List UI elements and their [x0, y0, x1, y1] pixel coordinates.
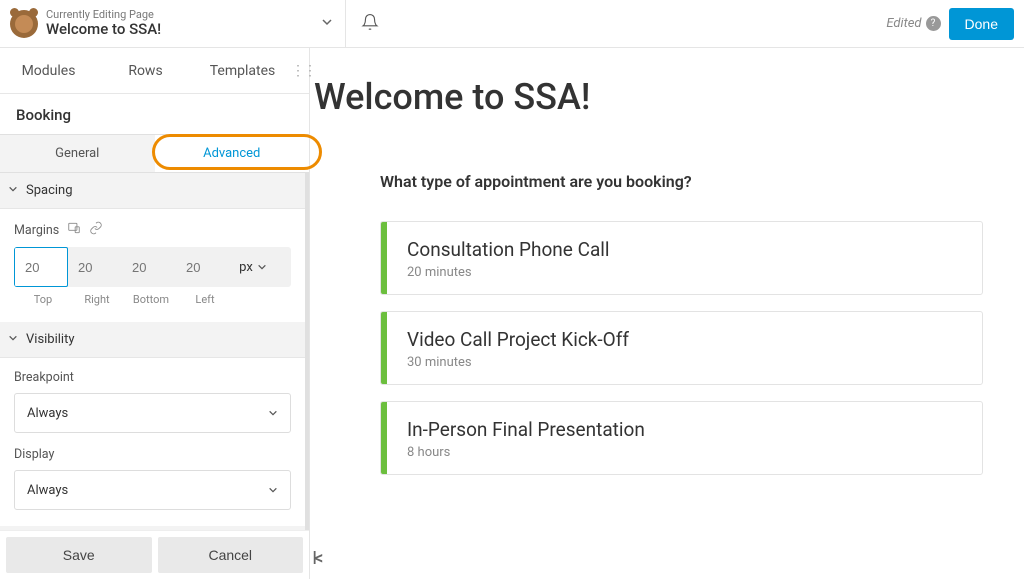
topbar-left: Currently Editing Page Welcome to SSA! [0, 0, 345, 47]
edited-status: Edited ? [886, 16, 940, 31]
margin-bottom-input[interactable] [122, 247, 176, 287]
notifications-button[interactable] [345, 0, 393, 47]
booking-question: What type of appointment are you booking… [380, 172, 1024, 191]
appointment-card[interactable]: Video Call Project Kick-Off 30 minutes [380, 311, 983, 385]
booking-module: What type of appointment are you booking… [314, 172, 1024, 475]
appointment-duration: 20 minutes [407, 265, 610, 280]
appointment-card[interactable]: In-Person Final Presentation 8 hours [380, 401, 983, 475]
chevron-down-icon [0, 184, 26, 197]
link-icon[interactable] [89, 221, 103, 239]
sidebar: Modules Rows Templates ⋮⋮ Booking Genera… [0, 48, 310, 579]
tab-templates[interactable]: Templates [194, 63, 291, 79]
breakpoint-label: Breakpoint [14, 370, 291, 385]
section-spacing-label: Spacing [26, 173, 73, 208]
edited-label: Edited [886, 16, 921, 31]
margin-top-input[interactable] [14, 247, 68, 287]
main: Modules Rows Templates ⋮⋮ Booking Genera… [0, 48, 1024, 579]
collapse-sidebar-icon[interactable]: Ⅰ< [312, 548, 320, 569]
drag-handle-icon[interactable]: ⋮⋮ [291, 63, 309, 79]
margin-right-input[interactable] [68, 247, 122, 287]
section-visibility-body: Breakpoint Always Display Always [0, 358, 305, 526]
subtab-advanced[interactable]: Advanced [155, 135, 310, 172]
label-left: Left [178, 293, 232, 306]
margin-sublabels: Top Right Bottom Left [14, 293, 291, 306]
page-title: Welcome to SSA! [46, 21, 161, 38]
panel-footer: Save Cancel [0, 530, 309, 579]
tab-modules[interactable]: Modules [0, 63, 97, 79]
section-spacing-header[interactable]: Spacing [0, 173, 305, 209]
margin-unit-select[interactable]: px [230, 247, 276, 287]
breakpoint-value: Always [27, 406, 68, 421]
label-right: Right [70, 293, 124, 306]
page-heading: Welcome to SSA! [314, 76, 1024, 118]
appointment-duration: 30 minutes [407, 355, 629, 370]
topbar: Currently Editing Page Welcome to SSA! E… [0, 0, 1024, 48]
section-visibility-header[interactable]: Visibility [0, 322, 305, 358]
margins-inputs: px [14, 247, 291, 287]
appointment-name: Video Call Project Kick-Off [407, 328, 629, 351]
bell-icon [361, 13, 379, 35]
help-icon[interactable]: ? [926, 16, 941, 31]
cancel-button[interactable]: Cancel [158, 537, 304, 573]
chevron-down-icon[interactable] [309, 16, 345, 32]
topbar-right: Edited ? Done [886, 8, 1024, 40]
appointment-duration: 8 hours [407, 445, 645, 460]
canvas: Welcome to SSA! What type of appointment… [310, 48, 1024, 579]
label-bottom: Bottom [124, 293, 178, 306]
appointment-card[interactable]: Consultation Phone Call 20 minutes [380, 221, 983, 295]
panel-title: Booking [0, 94, 309, 134]
appointment-name: Consultation Phone Call [407, 238, 610, 261]
display-select[interactable]: Always [14, 470, 291, 510]
page-title-block[interactable]: Currently Editing Page Welcome to SSA! [46, 9, 161, 39]
subtab-general[interactable]: General [0, 135, 155, 172]
save-button[interactable]: Save [6, 537, 152, 573]
tab-rows[interactable]: Rows [97, 63, 194, 79]
margin-unit-value: px [239, 260, 253, 275]
builder-tabs: Modules Rows Templates ⋮⋮ [0, 48, 309, 94]
beaver-logo-icon [10, 10, 38, 38]
display-label: Display [14, 447, 291, 462]
margin-left-input[interactable] [176, 247, 230, 287]
appointment-name: In-Person Final Presentation [407, 418, 645, 441]
done-button[interactable]: Done [949, 8, 1014, 40]
module-subtabs: General Advanced [0, 134, 309, 173]
section-spacing-body: Margins px [0, 209, 305, 322]
section-visibility-label: Visibility [26, 322, 75, 357]
chevron-down-icon [0, 333, 26, 346]
breakpoint-select[interactable]: Always [14, 393, 291, 433]
label-top: Top [16, 293, 70, 306]
settings-scroll[interactable]: Spacing Margins [0, 173, 309, 579]
responsive-icon[interactable] [67, 221, 81, 239]
margins-label: Margins [14, 223, 59, 238]
margins-label-row: Margins [14, 221, 291, 239]
display-value: Always [27, 483, 68, 498]
